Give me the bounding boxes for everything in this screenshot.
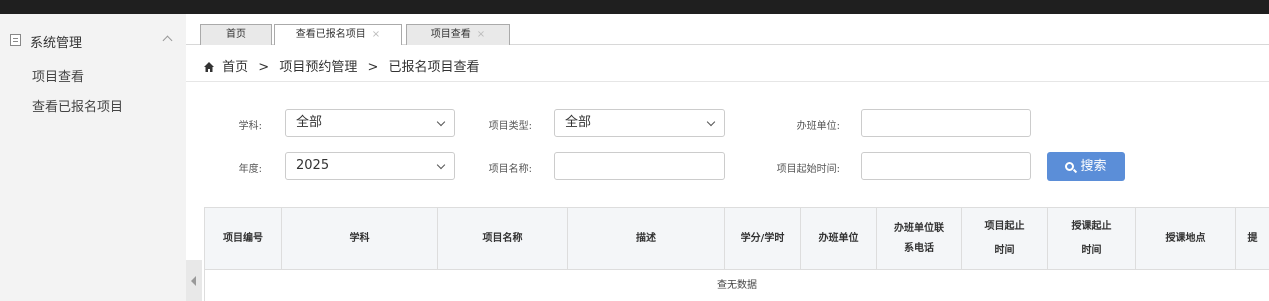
document-icon [10, 34, 21, 46]
project-type-select[interactable]: 全部 [554, 109, 725, 137]
empty-state: 查无数据 [204, 270, 1269, 301]
sidebar-item-registered-projects[interactable]: 查看已报名项目 [32, 96, 123, 115]
divider [186, 81, 1269, 82]
breadcrumb: 首页 > 项目预约管理 > 已报名项目查看 [204, 56, 480, 75]
year-select-value: 2025 [296, 158, 330, 173]
organizer-label: 办班单位: [796, 121, 840, 132]
sidebar-group-system-management[interactable]: 系统管理 [10, 31, 175, 51]
column-header[interactable]: 授课起止 时间 [1048, 208, 1136, 270]
breadcrumb-separator: > [367, 60, 379, 75]
project-type-select-value: 全部 [565, 115, 592, 130]
project-type-label: 项目类型: [488, 121, 532, 132]
organizer-input[interactable] [861, 109, 1031, 137]
column-header[interactable]: 办班单位 [801, 208, 877, 270]
chevron-down-icon [706, 117, 716, 127]
subject-label: 学科: [238, 121, 262, 132]
search-button-label: 搜索 [1080, 159, 1107, 174]
tab-project-view[interactable]: 项目查看 × [406, 24, 510, 45]
chevron-up-icon[interactable] [162, 35, 173, 46]
column-header[interactable]: 学分/学时 [725, 208, 801, 270]
tab-label: 首页 [226, 29, 246, 40]
search-icon [1065, 162, 1075, 171]
column-header[interactable]: 项目起止 时间 [962, 208, 1048, 270]
subject-select[interactable]: 全部 [285, 109, 455, 137]
tab-bar: 首页 查看已报名项目 × 项目查看 × [186, 14, 1269, 45]
tab-label: 项目查看 [430, 29, 471, 40]
sidebar-group-title: 系统管理 [30, 36, 83, 51]
home-icon [204, 62, 214, 72]
top-bar [0, 0, 1269, 14]
projects-table: 项目编号 学科 项目名称 描述 学分/学时 办班单位 办班单位联 系电话 项目起… [204, 207, 1269, 301]
tab-label: 查看已报名项目 [295, 29, 366, 40]
subject-select-value: 全部 [296, 115, 323, 130]
sidebar-item-project-view[interactable]: 项目查看 [32, 66, 84, 85]
column-header[interactable]: 授课地点 [1136, 208, 1236, 270]
caret-left-icon[interactable] [186, 260, 202, 301]
close-icon[interactable]: × [372, 29, 380, 40]
table-header: 项目编号 学科 项目名称 描述 学分/学时 办班单位 办班单位联 系电话 项目起… [204, 207, 1269, 270]
breadcrumb-item-booking[interactable]: 项目预约管理 [279, 60, 357, 75]
column-header[interactable]: 提 [1236, 208, 1269, 270]
breadcrumb-item-home[interactable]: 首页 [222, 60, 248, 75]
close-icon[interactable]: × [477, 29, 485, 40]
tab-home[interactable]: 首页 [200, 24, 272, 45]
column-header[interactable]: 项目名称 [438, 208, 568, 270]
project-name-input[interactable] [554, 152, 725, 180]
start-time-input[interactable] [861, 152, 1031, 180]
year-label: 年度: [238, 164, 262, 175]
year-select[interactable]: 2025 [285, 152, 455, 180]
tab-registered-projects[interactable]: 查看已报名项目 × [274, 24, 402, 45]
column-header[interactable]: 项目编号 [204, 208, 282, 270]
sidebar: 系统管理 项目查看 查看已报名项目 [0, 14, 186, 301]
start-time-label: 项目起始时间: [776, 164, 840, 175]
project-name-label: 项目名称: [488, 164, 532, 175]
search-button[interactable]: 搜索 [1047, 152, 1125, 181]
breadcrumb-item-current: 已报名项目查看 [388, 60, 480, 75]
column-header[interactable]: 办班单位联 系电话 [877, 208, 962, 270]
column-header[interactable]: 学科 [282, 208, 438, 270]
chevron-down-icon [436, 117, 446, 127]
chevron-down-icon [436, 160, 446, 170]
column-header[interactable]: 描述 [568, 208, 725, 270]
breadcrumb-separator: > [258, 60, 270, 75]
